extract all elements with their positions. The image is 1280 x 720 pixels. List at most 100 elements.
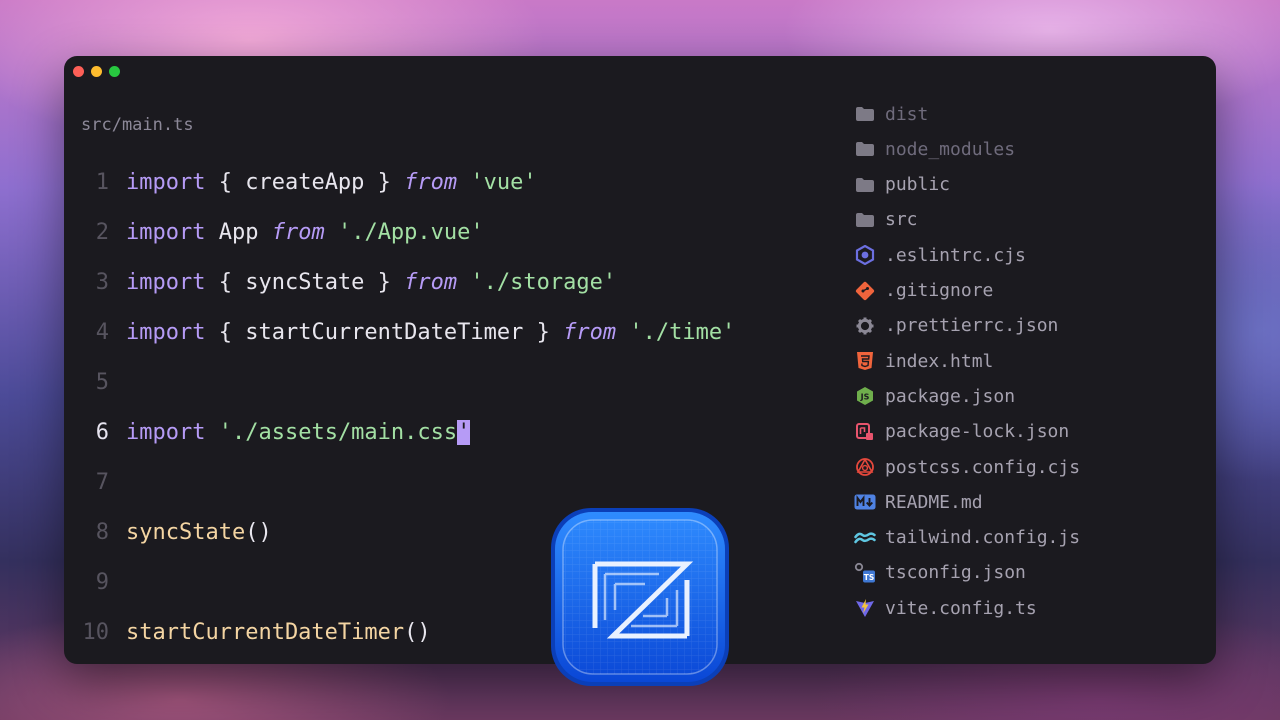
tailwind-icon	[854, 527, 876, 549]
minimize-window-button[interactable]	[91, 66, 102, 77]
code-text[interactable]: startCurrentDateTimer()	[126, 620, 431, 645]
file-tree-item[interactable]: public	[854, 170, 950, 200]
gear-icon	[854, 315, 876, 337]
code-token: './time'	[629, 319, 736, 345]
folder-icon	[854, 174, 876, 196]
npm-lock-icon	[854, 421, 876, 443]
file-tree-item[interactable]: index.html	[854, 346, 993, 376]
zoom-window-button[interactable]	[109, 66, 120, 77]
code-token: import	[126, 419, 206, 445]
git-icon	[854, 280, 876, 302]
code-token: import	[126, 269, 206, 295]
code-line[interactable]: 10 startCurrentDateTimer()	[64, 614, 431, 650]
code-token: import	[126, 319, 206, 345]
window-controls	[73, 66, 120, 77]
file-tree-label: postcss.config.cjs	[885, 456, 1081, 478]
line-number: 10	[82, 619, 110, 645]
code-token: startCurrentDateTimer	[126, 619, 405, 645]
code-line[interactable]: 1 import { createApp } from 'vue'	[64, 164, 537, 200]
typescript-config-icon: TS	[854, 562, 876, 584]
nodejs-icon: JS	[854, 385, 876, 407]
folder-icon	[854, 209, 876, 231]
line-number: 8	[95, 519, 109, 545]
line-number: 2	[95, 219, 109, 245]
code-line[interactable]: 6 import './assets/main.css'	[64, 414, 471, 450]
file-tree-label: node_modules	[885, 138, 1016, 160]
svg-text:TS: TS	[864, 573, 875, 582]
file-tree-item[interactable]: .eslintrc.cjs	[854, 240, 1026, 270]
file-tree-label: vite.config.ts	[885, 597, 1037, 619]
line-number: 6	[95, 419, 109, 445]
code-line[interactable]: 2 import App from './App.vue'	[64, 214, 484, 250]
code-text[interactable]: import { syncState } from './storage'	[126, 270, 616, 295]
code-token: from	[563, 319, 617, 345]
code-token: { startCurrentDateTimer }	[205, 319, 564, 345]
code-token: { createApp }	[205, 169, 405, 195]
zed-logo-icon	[551, 508, 729, 686]
file-tree-item[interactable]: postcss.config.cjs	[854, 452, 1080, 482]
file-tree-label: package-lock.json	[885, 421, 1070, 443]
file-tree-item[interactable]: tailwind.config.js	[854, 523, 1080, 553]
code-text[interactable]: import './assets/main.css'	[126, 419, 471, 445]
line-number: 3	[95, 269, 109, 295]
file-tree-item[interactable]: dist	[854, 99, 928, 129]
code-token: './App.vue'	[337, 219, 484, 245]
file-tree-label: tsconfig.json	[885, 562, 1026, 584]
file-tree-item[interactable]: package-lock.json	[854, 417, 1069, 447]
file-tree-label: index.html	[885, 350, 994, 372]
folder-icon	[854, 103, 876, 125]
file-tree-item[interactable]: README.md	[854, 487, 983, 517]
code-text[interactable]: import { startCurrentDateTimer } from '.…	[126, 320, 735, 345]
code-token: import	[126, 169, 206, 195]
code-token: import	[126, 219, 206, 245]
code-line[interactable]: 8 syncState()	[64, 514, 272, 550]
line-number: 1	[95, 169, 109, 195]
file-tree-label: tailwind.config.js	[885, 527, 1081, 549]
code-line[interactable]: 4 import { startCurrentDateTimer } from '…	[64, 314, 736, 350]
code-line[interactable]: 7	[64, 464, 126, 500]
svg-text:JS: JS	[860, 393, 870, 402]
close-window-button[interactable]	[73, 66, 84, 77]
file-tree-label: src	[885, 209, 918, 231]
file-tree-item[interactable]: JS package.json	[854, 381, 1015, 411]
code-text[interactable]: import App from './App.vue'	[126, 220, 484, 245]
code-text[interactable]: import { createApp } from 'vue'	[126, 170, 537, 195]
file-tree-label: public	[885, 174, 951, 196]
file-tree-item[interactable]: .prettierrc.json	[854, 311, 1058, 341]
file-path-breadcrumb[interactable]: src/main.ts	[81, 115, 194, 135]
file-tree-label: .prettierrc.json	[885, 315, 1059, 337]
postcss-icon	[854, 456, 876, 478]
code-line[interactable]: 9	[64, 564, 126, 600]
code-token: './storage'	[470, 269, 617, 295]
file-tree-label: package.json	[885, 385, 1016, 407]
code-token: './assets/main.css	[218, 419, 458, 445]
folder-icon	[854, 138, 876, 160]
markdown-icon	[854, 491, 876, 513]
line-number: 5	[95, 369, 109, 395]
code-line[interactable]: 3 import { syncState } from './storage'	[64, 264, 616, 300]
file-tree-label: .gitignore	[885, 280, 994, 301]
file-tree-item[interactable]: .gitignore	[854, 276, 993, 306]
code-token: ()	[404, 619, 431, 645]
file-tree-item[interactable]: TS tsconfig.json	[854, 558, 1026, 588]
line-number: 7	[95, 469, 109, 495]
code-line[interactable]: 5	[64, 364, 126, 400]
vite-icon	[854, 597, 876, 619]
file-tree-item[interactable]: vite.config.ts	[854, 593, 1037, 623]
code-token: from	[404, 269, 458, 295]
code-token: App	[205, 219, 272, 245]
code-token: 'vue'	[470, 169, 537, 195]
line-number: 9	[95, 569, 109, 595]
code-text[interactable]: syncState()	[126, 520, 272, 545]
file-tree-label: dist	[885, 103, 929, 125]
line-number: 4	[95, 319, 109, 345]
file-tree-item[interactable]: node_modules	[854, 134, 1015, 164]
file-tree-item[interactable]: src	[854, 205, 918, 235]
code-token: ()	[245, 519, 272, 545]
html5-icon	[854, 350, 876, 372]
